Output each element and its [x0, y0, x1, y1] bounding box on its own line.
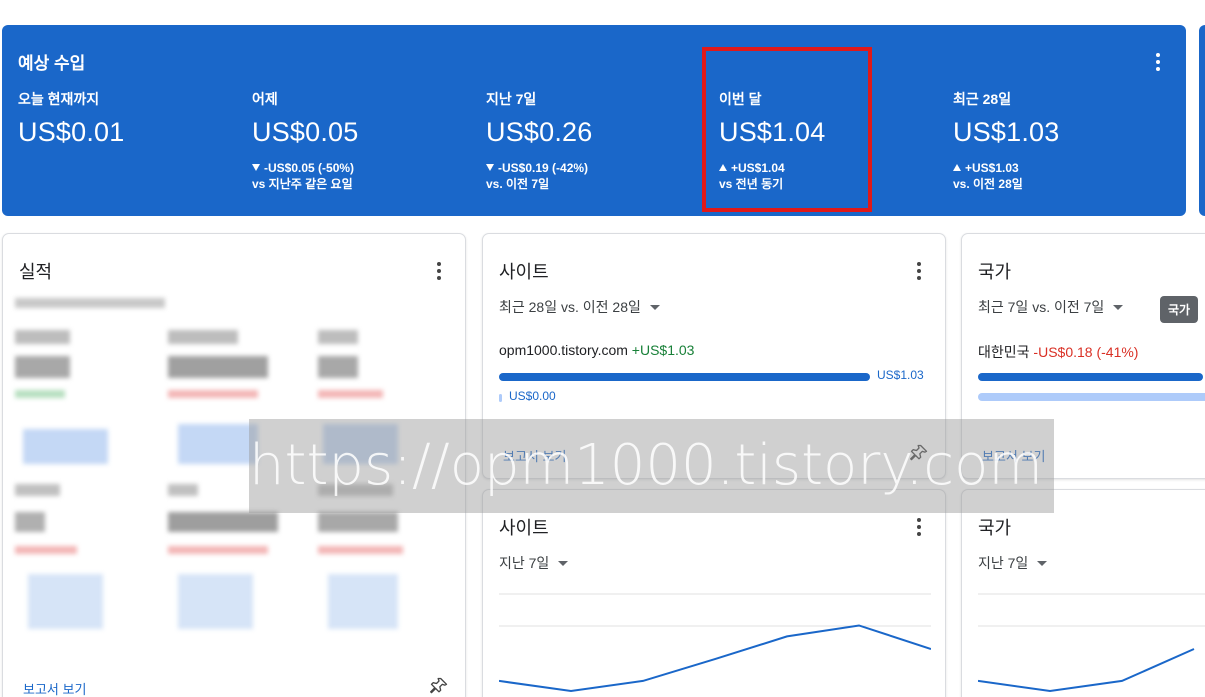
dropdown-caret-icon: [1037, 561, 1048, 566]
country-name: 대한민국: [978, 344, 1030, 360]
down-triangle-icon: [486, 164, 494, 171]
sites-period-dropdown[interactable]: 최근 28일 vs. 이전 28일: [499, 297, 660, 317]
dropdown-caret-icon: [1113, 305, 1124, 310]
dropdown-caret-icon: [558, 561, 569, 566]
site-row: opm1000.tistory.com +US$1.03: [499, 342, 694, 358]
current-period-bar: [499, 373, 870, 381]
countries-period-dropdown[interactable]: 최근 7일 vs. 이전 7일: [978, 297, 1124, 317]
current-period-bar: [978, 373, 1203, 381]
metric-today: 오늘 현재까지 US$0.01: [18, 89, 218, 149]
metric-comparison: vs 전년 동기: [719, 177, 784, 191]
metric-value: US$0.26: [486, 117, 593, 147]
sites-trend-title: 사이트: [499, 518, 549, 538]
countries-trend-card: 국가 지난 7일: [961, 489, 1205, 697]
watermark: https://opm1000.tistory.com: [249, 419, 1054, 513]
dropdown-caret-icon: [649, 305, 660, 310]
metric-this-month: 이번 달 US$1.04 +US$1.04 vs 전년 동기: [719, 89, 919, 192]
metric-delta: -US$0.05 (-50%) vs 지난주 같은 요일: [252, 160, 452, 192]
site-name: opm1000.tistory.com: [499, 342, 628, 358]
metric-value: US$1.04: [719, 117, 826, 147]
countries-trend-title: 국가: [978, 518, 1012, 538]
performance-title: 실적: [19, 262, 53, 282]
earnings-title: 예상 수입: [18, 54, 86, 73]
metric-delta: -US$0.19 (-42%) vs. 이전 7일: [486, 160, 686, 192]
countries-trend-period-dropdown[interactable]: 지난 7일: [978, 553, 1048, 573]
country-row: 대한민국 -US$0.18 (-41%): [978, 342, 1138, 362]
sites-trend-card: 사이트 지난 7일: [482, 489, 946, 697]
tooltip: 국가: [1160, 296, 1199, 323]
down-triangle-icon: [252, 164, 260, 171]
site-delta: +US$1.03: [631, 342, 695, 358]
metric-yesterday: 어제 US$0.05 -US$0.05 (-50%) vs 지난주 같은 요일: [252, 89, 452, 192]
country-delta: -US$0.18 (-41%): [1033, 344, 1139, 360]
sites-trend-period-dropdown[interactable]: 지난 7일: [499, 553, 569, 573]
metric-value: US$1.03: [953, 117, 1060, 147]
metric-value: US$0.01: [18, 117, 125, 147]
trend-line: [499, 624, 931, 693]
metric-label: 어제: [252, 91, 278, 107]
metric-label: 이번 달: [719, 91, 762, 107]
up-triangle-icon: [953, 164, 961, 171]
sites-more-icon[interactable]: [911, 260, 927, 280]
countries-trend-chart: [978, 593, 1205, 693]
metric-last-28-days: 최근 28일 US$1.03 +US$1.03 vs. 이전 28일: [953, 89, 1153, 192]
sites-trend-chart: [499, 593, 931, 693]
earnings-more-icon[interactable]: [1148, 51, 1168, 71]
performance-more-icon[interactable]: [431, 260, 447, 280]
next-panel-edge: [1199, 25, 1205, 216]
current-period-value: US$1.03: [877, 368, 924, 382]
metric-last-7-days: 지난 7일 US$0.26 -US$0.19 (-42%) vs. 이전 7일: [486, 89, 686, 192]
metric-delta: +US$1.03 vs. 이전 28일: [953, 160, 1153, 192]
estimated-earnings-panel: 예상 수입 오늘 현재까지 US$0.01 어제 US$0.05 -US$0.0…: [2, 25, 1186, 216]
metric-label: 지난 7일: [486, 91, 537, 107]
previous-period-bar: [499, 394, 502, 402]
metric-label: 오늘 현재까지: [18, 91, 100, 107]
metric-comparison: vs. 이전 28일: [953, 177, 1023, 191]
metric-label: 최근 28일: [953, 91, 1012, 107]
previous-period-value: US$0.00: [509, 389, 556, 403]
previous-period-bar: [978, 393, 1205, 401]
pin-icon[interactable]: [429, 676, 449, 696]
metric-comparison: vs. 이전 7일: [486, 177, 550, 191]
sites-title: 사이트: [499, 262, 549, 282]
metric-delta: +US$1.04 vs 전년 동기: [719, 160, 919, 192]
performance-report-link[interactable]: 보고서 보기: [23, 679, 86, 697]
trend-line: [978, 648, 1195, 693]
countries-title: 국가: [978, 262, 1012, 282]
metric-value: US$0.05: [252, 117, 359, 147]
sites-trend-more-icon[interactable]: [911, 516, 927, 536]
metric-comparison: vs 지난주 같은 요일: [252, 177, 353, 191]
up-triangle-icon: [719, 164, 727, 171]
